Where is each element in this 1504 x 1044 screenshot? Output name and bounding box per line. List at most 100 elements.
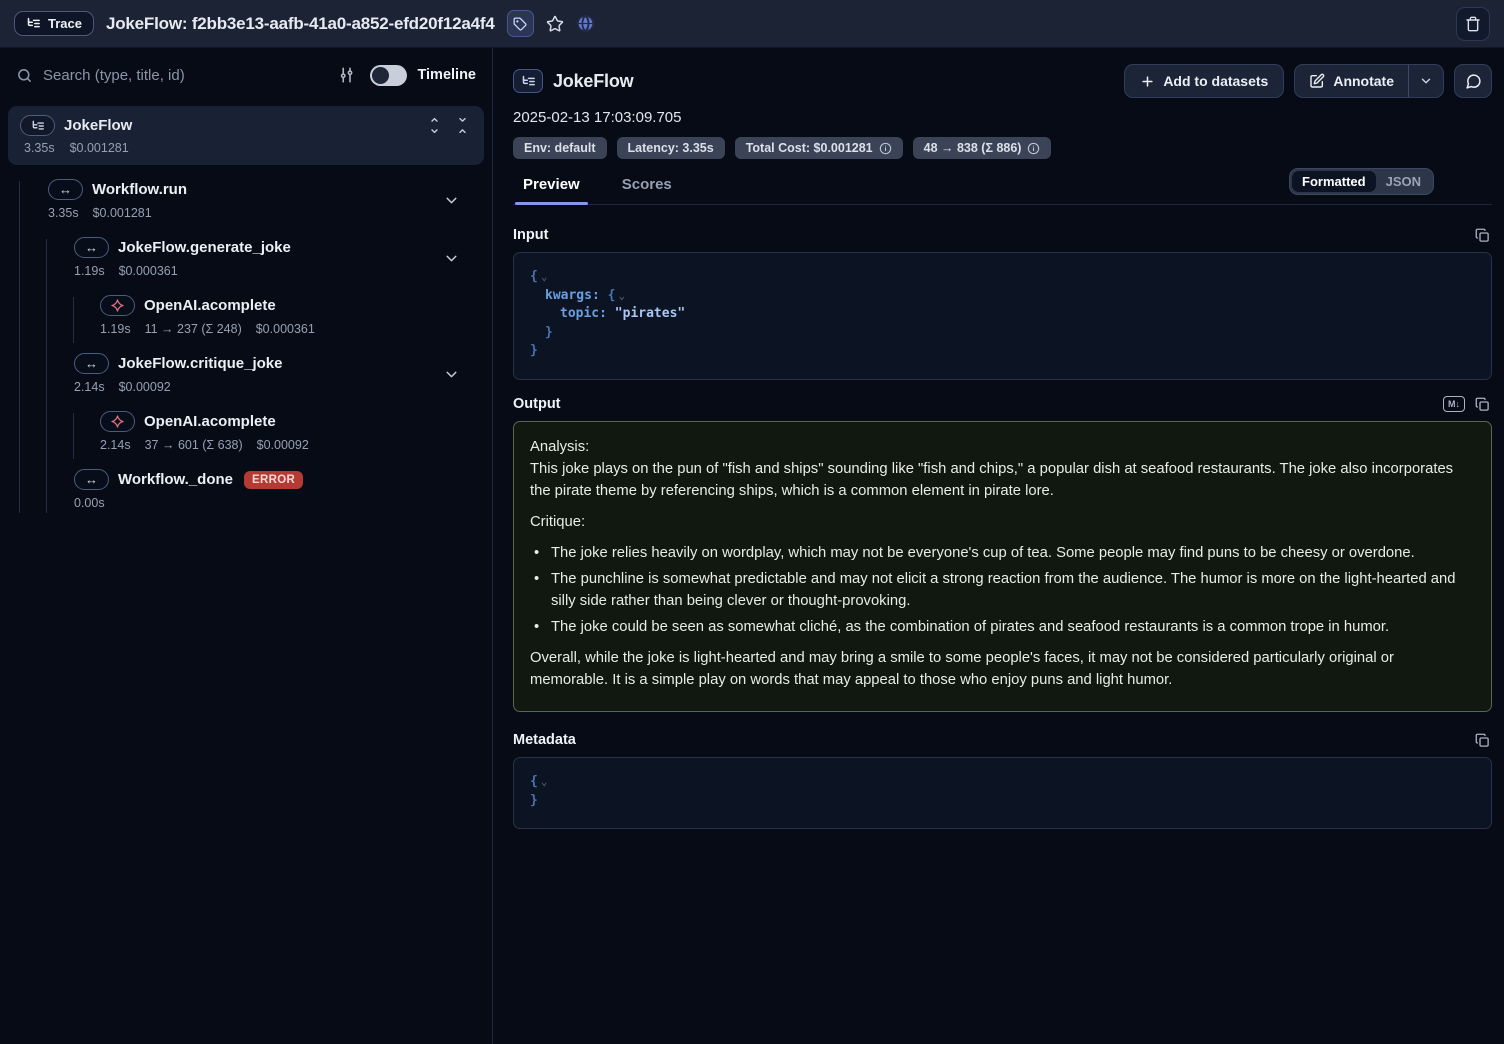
span-icon: ↔: [74, 237, 109, 258]
detail-tabs: Preview Scores Formatted JSON: [513, 172, 1492, 205]
collapse-all-button[interactable]: [453, 116, 472, 135]
metric-badge-label: Env: default: [524, 141, 596, 155]
metric-badge: Total Cost: $0.001281: [735, 137, 903, 159]
comments-button[interactable]: [1454, 64, 1492, 98]
tree-item-cost: $0.00092: [119, 380, 171, 394]
chevron-down-icon[interactable]: [443, 192, 460, 209]
generation-icon: [100, 295, 135, 316]
timeline-toggle[interactable]: [370, 65, 407, 86]
markdown-toggle-button[interactable]: M↓: [1443, 396, 1465, 412]
json-line: topic: "pirates": [530, 305, 1475, 324]
observation-tree: ↔Workflow.run3.35s$0.001281 ↔JokeFlow.gen…: [0, 179, 492, 527]
annotate-button[interactable]: Annotate: [1295, 65, 1408, 97]
sliders-icon: [338, 66, 356, 84]
span-icon: ↔: [74, 353, 109, 374]
chevron-down-icon[interactable]: [443, 250, 460, 267]
json-token: }: [530, 793, 538, 808]
trace-type-badge: Trace: [14, 11, 94, 36]
span-icon: ↔: [74, 469, 109, 490]
tree-item-label: JokeFlow.critique_joke: [118, 355, 283, 372]
copy-output-button[interactable]: [1475, 397, 1490, 412]
tree-item-jokeflow-generate-joke[interactable]: ↔JokeFlow.generate_joke1.19s$0.000361: [0, 237, 492, 278]
view-formatted-button[interactable]: Formatted: [1292, 171, 1376, 192]
tree-item-duration: 0.00s: [74, 496, 105, 510]
formatted-json-toggle: Formatted JSON: [1289, 168, 1434, 195]
tree-root-label: JokeFlow: [64, 117, 132, 134]
tree-item-cost: $0.000361: [119, 264, 178, 278]
tree-item-cost: $0.00092: [257, 438, 309, 452]
metric-badge-label: Total Cost: $0.001281: [746, 141, 873, 155]
tree-item-openai-acomplete[interactable]: OpenAI.acomplete2.14s37 → 601 (Σ 638)$0.…: [0, 411, 492, 452]
json-line: kwargs: {⌄: [530, 287, 1475, 306]
star-icon: [546, 15, 564, 33]
plus-icon: [1140, 74, 1155, 89]
output-paragraph: Overall, while the joke is light-hearted…: [530, 647, 1475, 691]
json-token: kwargs:: [545, 288, 608, 303]
json-token: }: [530, 343, 538, 358]
trace-badge-label: Trace: [48, 16, 82, 31]
output-paragraph: Critique:: [530, 511, 1475, 533]
metadata-json-viewer: {⌄}: [513, 757, 1492, 829]
metric-badge: Env: default: [513, 137, 607, 159]
json-token: {: [608, 288, 616, 303]
expand-all-button[interactable]: [425, 116, 444, 135]
chevron-down-icon: [1419, 74, 1433, 88]
span-icon: ↔: [48, 179, 83, 200]
public-button[interactable]: [576, 14, 595, 33]
tree-item-tokens: 37 → 601 (Σ 638): [145, 438, 243, 452]
trace-list-tree-icon: [513, 69, 543, 93]
collapse-chevron-icon[interactable]: ⌄: [541, 270, 548, 283]
search-input[interactable]: [43, 67, 328, 84]
tree-item-openai-acomplete[interactable]: OpenAI.acomplete1.19s11 → 237 (Σ 248)$0.…: [0, 295, 492, 336]
copy-icon: [1475, 228, 1490, 243]
root-duration: 3.35s: [24, 141, 55, 155]
tree-item-duration: 1.19s: [100, 322, 131, 336]
unfold-vertical-icon: [427, 118, 442, 133]
star-button[interactable]: [546, 15, 564, 33]
tree-item-workflow-run[interactable]: ↔Workflow.run3.35s$0.001281: [0, 179, 492, 220]
page-title: JokeFlow: [553, 71, 633, 92]
tag-icon: [513, 17, 527, 31]
copy-input-button[interactable]: [1475, 228, 1490, 243]
chevron-down-icon[interactable]: [443, 366, 460, 383]
annotate-dropdown-button[interactable]: [1409, 65, 1443, 97]
metric-badge-label: Latency: 3.35s: [628, 141, 714, 155]
bullet-marker: •: [530, 616, 551, 638]
input-section-label: Input: [513, 227, 548, 243]
topbar: Trace JokeFlow: f2bb3e13-aafb-41a0-a852-…: [0, 0, 1504, 48]
tree-root-item-jokeflow[interactable]: JokeFlow 3.35s $0.001281: [8, 106, 484, 165]
metric-badge: 48 → 838 (Σ 886): [913, 137, 1052, 159]
tab-scores[interactable]: Scores: [620, 172, 674, 204]
collapse-chevron-icon[interactable]: ⌄: [541, 775, 548, 788]
tab-preview[interactable]: Preview: [521, 172, 582, 204]
filter-settings-button[interactable]: [338, 66, 356, 84]
root-cost: $0.001281: [70, 141, 129, 155]
copy-icon: [1475, 397, 1490, 412]
tree-item-label: Workflow._done: [118, 471, 233, 488]
json-line: }: [530, 324, 1475, 343]
tree-item-duration: 2.14s: [100, 438, 131, 452]
tag-button[interactable]: [507, 10, 534, 37]
output-bullet-item: •The punchline is somewhat predictable a…: [530, 568, 1475, 612]
collapse-chevron-icon[interactable]: ⌄: [618, 289, 625, 302]
tree-item-jokeflow-critique-joke[interactable]: ↔JokeFlow.critique_joke2.14s$0.00092: [0, 353, 492, 394]
timeline-toggle-label: Timeline: [417, 67, 476, 83]
annotate-split-button: Annotate: [1294, 64, 1444, 98]
edit-square-icon: [1309, 73, 1325, 89]
markdown-icon: M↓: [1448, 399, 1460, 409]
json-line: {⌄: [530, 773, 1475, 792]
copy-icon: [1475, 733, 1490, 748]
add-to-datasets-label: Add to datasets: [1163, 73, 1268, 89]
view-json-button[interactable]: JSON: [1376, 171, 1431, 192]
info-icon[interactable]: [879, 142, 892, 155]
output-paragraph: This joke plays on the pun of "fish and …: [530, 458, 1475, 502]
tree-item-workflow-done[interactable]: ↔ Workflow._done ERROR 0.00s: [0, 469, 492, 510]
copy-metadata-button[interactable]: [1475, 733, 1490, 748]
add-to-datasets-button[interactable]: Add to datasets: [1124, 64, 1284, 98]
trace-title: JokeFlow: f2bb3e13-aafb-41a0-a852-efd20f…: [106, 14, 495, 34]
json-token: {: [530, 269, 538, 284]
info-icon[interactable]: [1027, 142, 1040, 155]
delete-trace-button[interactable]: [1456, 7, 1490, 41]
status-badge-error: ERROR: [244, 471, 303, 489]
output-bullet-text: The punchline is somewhat predictable an…: [551, 568, 1475, 612]
